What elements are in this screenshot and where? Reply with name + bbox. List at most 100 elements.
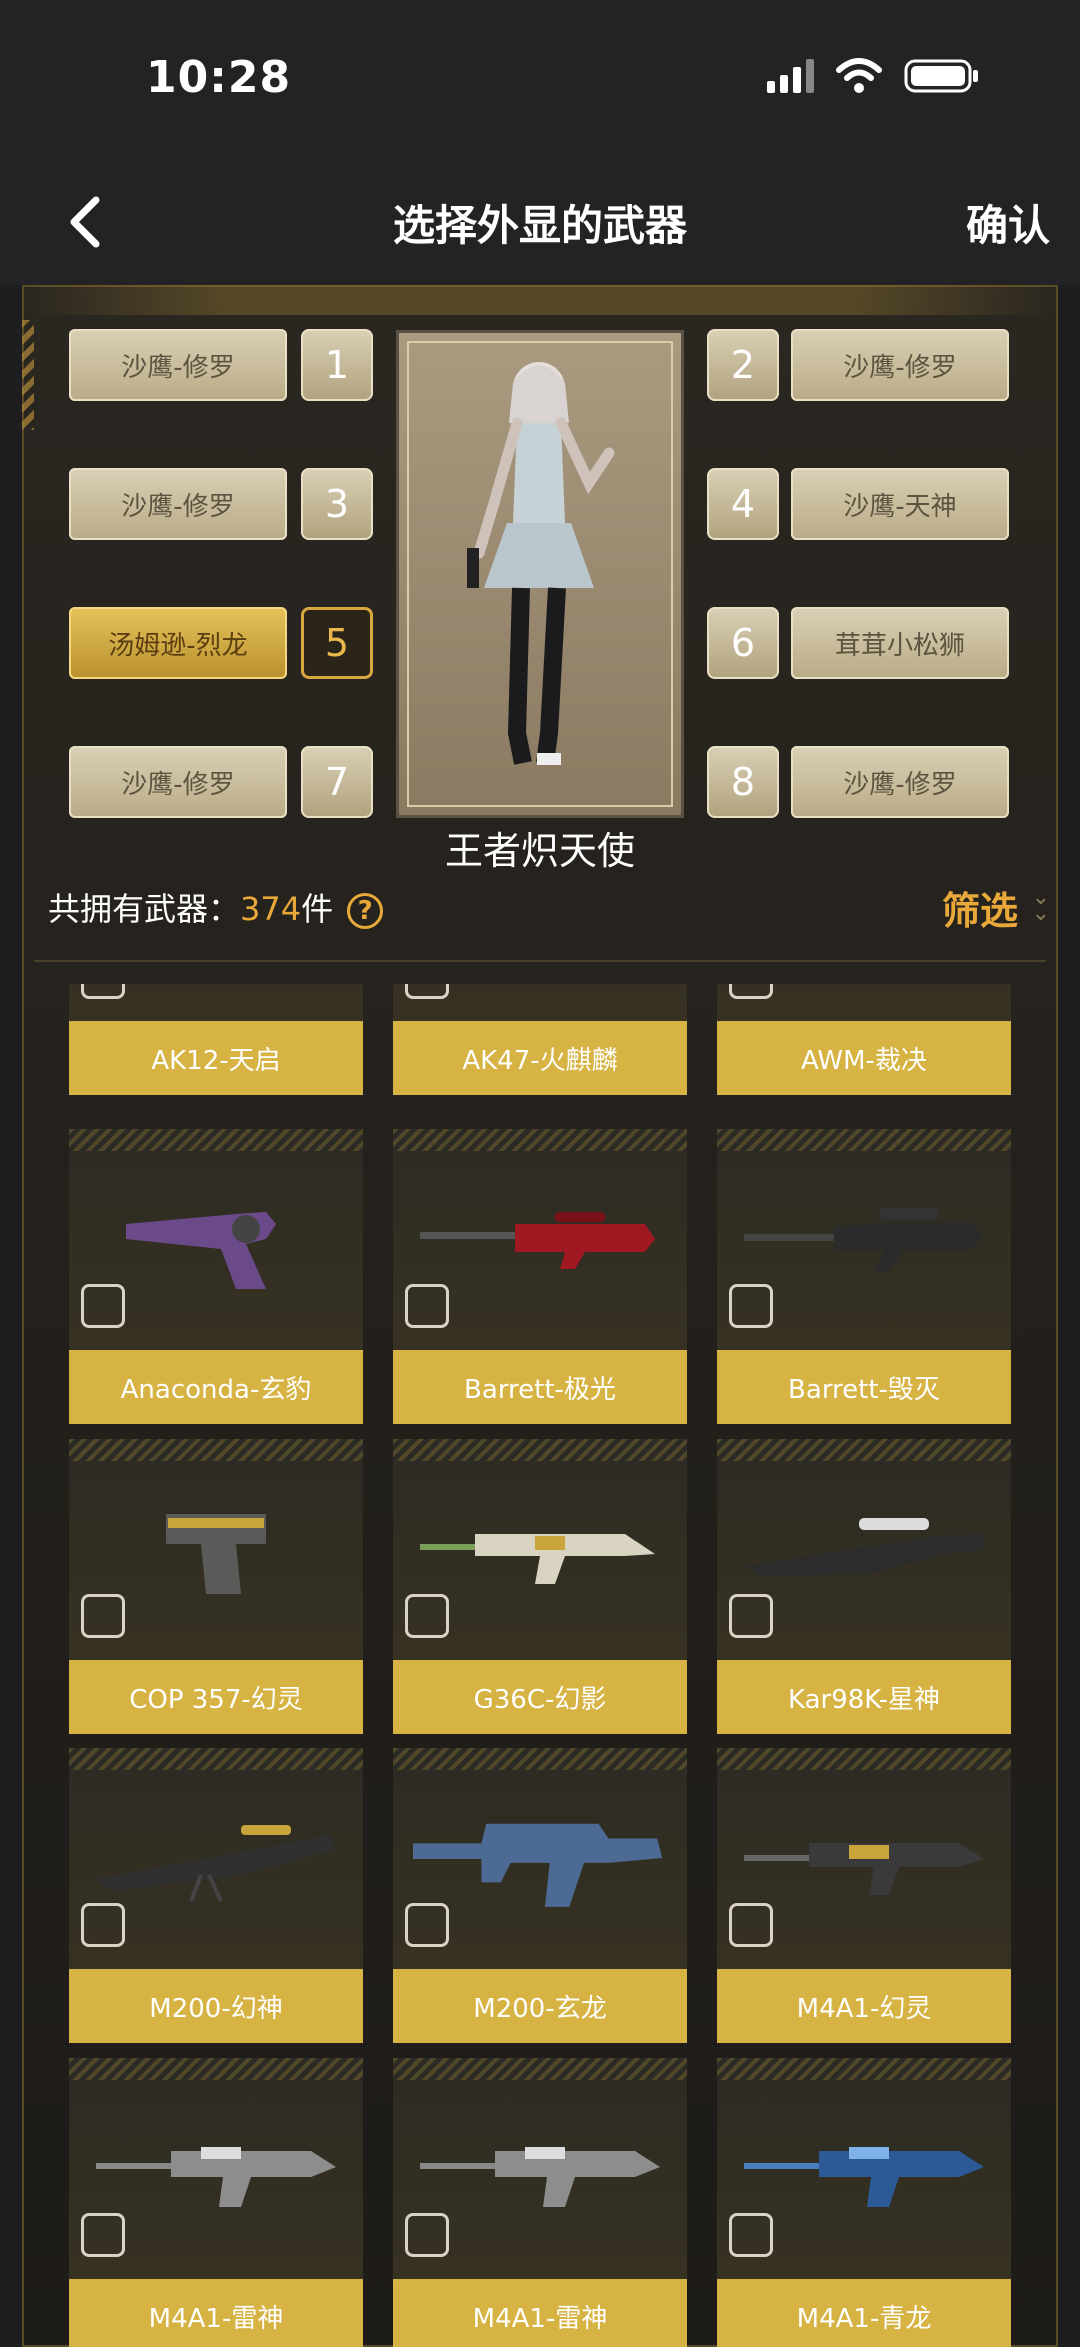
weapon-card[interactable]: M4A1-雷神 (69, 2058, 363, 2347)
panel-decoration (22, 320, 34, 430)
weapon-card[interactable]: M200-玄龙 (393, 1748, 687, 2043)
slot-4-weapon[interactable]: 沙鹰-天神 (791, 468, 1009, 540)
weapon-count-prefix: 共拥有武器： (48, 890, 241, 928)
weapon-name: M200-幻神 (69, 1969, 363, 2043)
weapon-name: Barrett-毁灭 (717, 1350, 1011, 1424)
slot-1-weapon[interactable]: 沙鹰-修罗 (69, 329, 287, 401)
checkbox[interactable] (81, 1903, 125, 1947)
checkbox[interactable] (81, 2213, 125, 2257)
weapon-card[interactable]: M4A1-雷神 (393, 2058, 687, 2347)
rifle-icon (737, 1788, 991, 1928)
card-stripes (717, 1129, 1011, 1151)
chevron-down-icon[interactable]: ⌄ ⌄ (1032, 887, 1050, 925)
slot-7-number[interactable]: 7 (301, 746, 373, 818)
weapon-name: AK47-火麒麟 (393, 1021, 687, 1095)
checkbox[interactable] (405, 1284, 449, 1328)
weapon-card[interactable]: Anaconda-玄豹 (69, 1129, 363, 1424)
slot-3-weapon[interactable]: 沙鹰-修罗 (69, 468, 287, 540)
slot-8-number[interactable]: 8 (707, 746, 779, 818)
panel-border-glow (22, 285, 1058, 315)
slot-1-number[interactable]: 1 (301, 329, 373, 401)
weapon-name: Anaconda-玄豹 (69, 1350, 363, 1424)
slot-2-weapon[interactable]: 沙鹰-修罗 (791, 329, 1009, 401)
card-stripes (69, 1129, 363, 1151)
status-bar: 10:28 (0, 0, 1080, 150)
checkbox[interactable] (81, 1594, 125, 1638)
nav-bar: 选择外显的武器 确认 (0, 150, 1080, 285)
help-icon[interactable]: ? (347, 893, 384, 929)
weapon-name: M4A1-雷神 (393, 2279, 687, 2347)
card-stripes (393, 1129, 687, 1151)
status-icons (767, 58, 980, 94)
checkbox[interactable] (729, 1903, 773, 1947)
weapon-card[interactable]: Barrett-毁灭 (717, 1129, 1011, 1424)
character-portrait[interactable] (396, 330, 684, 818)
weapon-card[interactable]: G36C-幻影 (393, 1439, 687, 1734)
slot-4-number[interactable]: 4 (707, 468, 779, 540)
wifi-icon (836, 58, 882, 93)
character-name: 王者炽天使 (444, 829, 635, 873)
weapon-grid: AK12-天启 AK47-火麒麟 AWM-裁决 Anaconda-玄豹 Barr… (69, 984, 1011, 2347)
rifle-icon (737, 2098, 991, 2238)
status-time: 10:28 (146, 52, 292, 103)
slot-6-number[interactable]: 6 (707, 607, 779, 679)
checkbox[interactable] (405, 984, 449, 999)
weapon-card[interactable]: AWM-裁决 (717, 984, 1011, 1095)
card-stripes (69, 2058, 363, 2080)
weapon-card[interactable]: M200-幻神 (69, 1748, 363, 2043)
slot-7-weapon[interactable]: 沙鹰-修罗 (69, 746, 287, 818)
weapon-name: Kar98K-星神 (717, 1660, 1011, 1734)
rifle-placeholder-icon (413, 1788, 667, 1928)
weapon-name: M200-玄龙 (393, 1969, 687, 2043)
weapon-count: 374 (240, 890, 302, 928)
battery-icon (904, 59, 978, 93)
checkbox[interactable] (81, 1284, 125, 1328)
weapon-card[interactable]: AK47-火麒麟 (393, 984, 687, 1095)
card-stripes (717, 1748, 1011, 1770)
checkbox[interactable] (729, 1284, 773, 1328)
slot-5-number[interactable]: 5 (301, 607, 373, 679)
weapon-count-suffix: 件 (301, 890, 334, 928)
confirm-button[interactable]: 确认 (966, 192, 1050, 253)
pistol-icon (89, 1479, 343, 1619)
slot-8-weapon[interactable]: 沙鹰-修罗 (791, 746, 1009, 818)
weapon-count-summary: 共拥有武器：374件? (48, 884, 384, 930)
weapon-card[interactable]: Barrett-极光 (393, 1129, 687, 1424)
slot-2-number[interactable]: 2 (707, 329, 779, 401)
weapon-card[interactable]: Kar98K-星神 (717, 1439, 1011, 1734)
card-stripes (69, 1748, 363, 1770)
checkbox[interactable] (81, 984, 125, 999)
checkbox[interactable] (405, 1903, 449, 1947)
weapon-name: M4A1-雷神 (69, 2279, 363, 2347)
slot-3-number[interactable]: 3 (301, 468, 373, 540)
signal-icon (767, 59, 814, 93)
card-stripes (69, 1439, 363, 1461)
weapon-name: Barrett-极光 (393, 1350, 687, 1424)
checkbox[interactable] (405, 2213, 449, 2257)
weapon-card[interactable]: M4A1-幻灵 (717, 1748, 1011, 2043)
checkbox[interactable] (729, 2213, 773, 2257)
checkbox[interactable] (729, 984, 773, 999)
weapon-name: AK12-天启 (69, 1021, 363, 1095)
slot-5-weapon[interactable]: 汤姆逊-烈龙 (69, 607, 287, 679)
weapon-card[interactable]: COP 357-幻灵 (69, 1439, 363, 1734)
card-stripes (717, 1439, 1011, 1461)
sniper-rifle-icon (737, 1479, 991, 1619)
sniper-rifle-icon (89, 1788, 343, 1928)
weapon-name: M4A1-幻灵 (717, 1969, 1011, 2043)
card-stripes (717, 2058, 1011, 2080)
card-stripes (393, 1439, 687, 1461)
sniper-rifle-icon (413, 1169, 667, 1309)
weapon-card[interactable]: AK12-天启 (69, 984, 363, 1095)
weapon-card[interactable]: M4A1-青龙 (717, 2058, 1011, 2347)
card-stripes (393, 2058, 687, 2080)
slot-6-weapon[interactable]: 茸茸小松狮 (791, 607, 1009, 679)
checkbox[interactable] (405, 1594, 449, 1638)
weapon-name: M4A1-青龙 (717, 2279, 1011, 2347)
filter-button[interactable]: 筛选 (942, 880, 1018, 935)
weapon-name: COP 357-幻灵 (69, 1660, 363, 1734)
revolver-icon (89, 1169, 343, 1309)
section-divider (34, 960, 1046, 962)
rifle-icon (413, 2098, 667, 2238)
checkbox[interactable] (729, 1594, 773, 1638)
